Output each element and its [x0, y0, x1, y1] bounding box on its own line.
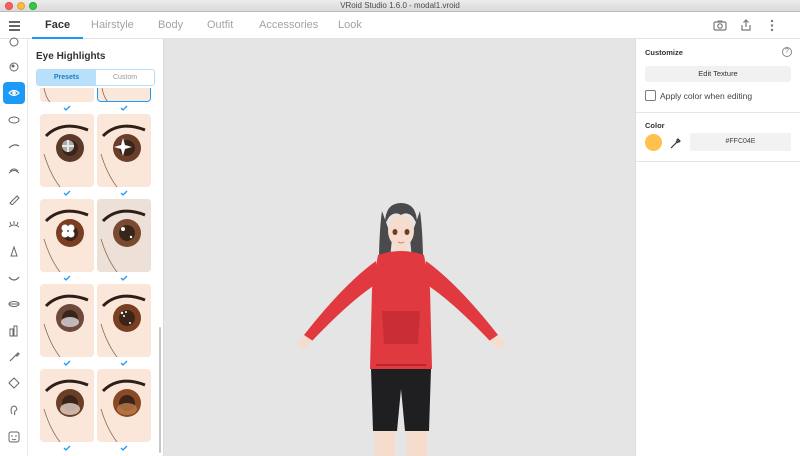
preset-thumbnail-9[interactable]: [40, 369, 94, 442]
mouth-icon[interactable]: [3, 267, 25, 289]
lips-icon[interactable]: [3, 293, 25, 315]
color-heading: Color: [645, 121, 665, 130]
tab-hairstyle[interactable]: Hairstyle: [91, 12, 134, 39]
panel-title: Eye Highlights: [36, 51, 106, 62]
apply-color-checkbox[interactable]: [645, 90, 656, 101]
apply-color-label: Apply color when editing: [660, 91, 753, 101]
presets-tab[interactable]: Presets: [37, 70, 96, 85]
more-vertical-icon[interactable]: [763, 17, 781, 34]
face-tools-sidebar: [0, 37, 28, 456]
help-icon[interactable]: ?: [782, 47, 792, 57]
tooth-icon[interactable]: [3, 320, 25, 342]
menu-icon[interactable]: [9, 21, 20, 31]
section-divider: [636, 112, 800, 113]
preset-thumbnail-4[interactable]: [97, 114, 151, 187]
nose-icon[interactable]: [3, 241, 25, 263]
preset-thumbnail-2-selected[interactable]: [97, 88, 151, 102]
tab-body[interactable]: Body: [158, 12, 183, 39]
check-icon: [120, 360, 128, 366]
preset-thumbnail-10[interactable]: [97, 369, 151, 442]
check-icon: [63, 445, 71, 451]
presets-custom-toggle: Presets Custom: [36, 69, 155, 86]
3d-viewport[interactable]: [164, 39, 635, 456]
preset-thumbnail-6[interactable]: [97, 199, 151, 272]
eyeliner-icon[interactable]: [3, 188, 25, 210]
eyelash-icon[interactable]: [3, 214, 25, 236]
edit-texture-button[interactable]: Edit Texture: [645, 66, 791, 82]
color-swatch[interactable]: [645, 134, 662, 151]
face-shape-icon[interactable]: [3, 372, 25, 394]
preset-thumbnail-7[interactable]: [40, 284, 94, 357]
top-nav: Face Hairstyle Body Outfit Accessories L…: [0, 12, 800, 39]
eye-iris-icon[interactable]: [3, 56, 25, 78]
eye-highlight-icon[interactable]: [3, 82, 25, 104]
check-icon: [63, 190, 71, 196]
window-title: VRoid Studio 1.6.0 - modal1.vroid: [340, 1, 460, 10]
check-icon: [120, 190, 128, 196]
eyebrow-icon[interactable]: [3, 135, 25, 157]
check-icon: [63, 360, 71, 366]
preset-thumbnail-3[interactable]: [40, 114, 94, 187]
makeup-brush-icon[interactable]: [3, 346, 25, 368]
eyelid-icon[interactable]: [3, 161, 25, 183]
tab-accessories[interactable]: Accessories: [259, 12, 318, 39]
check-icon: [120, 105, 128, 111]
tab-outfit[interactable]: Outfit: [207, 12, 233, 39]
check-icon: [63, 275, 71, 281]
eye-white-icon[interactable]: [3, 109, 25, 131]
avatar-model: [296, 203, 506, 456]
customize-panel: Customize ? Edit Texture Apply color whe…: [635, 39, 800, 456]
panel-scrollbar[interactable]: [159, 327, 161, 453]
section-divider: [636, 161, 800, 162]
custom-tab[interactable]: Custom: [96, 70, 154, 85]
cheek-icon[interactable]: [3, 426, 25, 448]
eyedropper-icon[interactable]: [668, 135, 684, 151]
check-icon: [120, 275, 128, 281]
customize-heading: Customize: [645, 48, 683, 57]
preset-thumbnail-1[interactable]: [40, 88, 94, 102]
hex-color-input[interactable]: #FFC04E: [690, 133, 791, 151]
tab-look[interactable]: Look: [338, 12, 362, 39]
tab-face[interactable]: Face: [31, 12, 84, 39]
export-icon[interactable]: [737, 17, 755, 34]
title-bar: VRoid Studio 1.6.0 - modal1.vroid: [0, 0, 800, 12]
eye-highlights-panel: Eye Highlights Presets Custom: [28, 39, 164, 456]
check-icon: [63, 105, 71, 111]
ear-icon[interactable]: [3, 399, 25, 421]
camera-icon[interactable]: [711, 17, 729, 34]
face-outline-icon[interactable]: [3, 31, 25, 53]
preset-thumbnail-8[interactable]: [97, 284, 151, 357]
preset-thumbnail-5[interactable]: [40, 199, 94, 272]
check-icon: [120, 445, 128, 451]
